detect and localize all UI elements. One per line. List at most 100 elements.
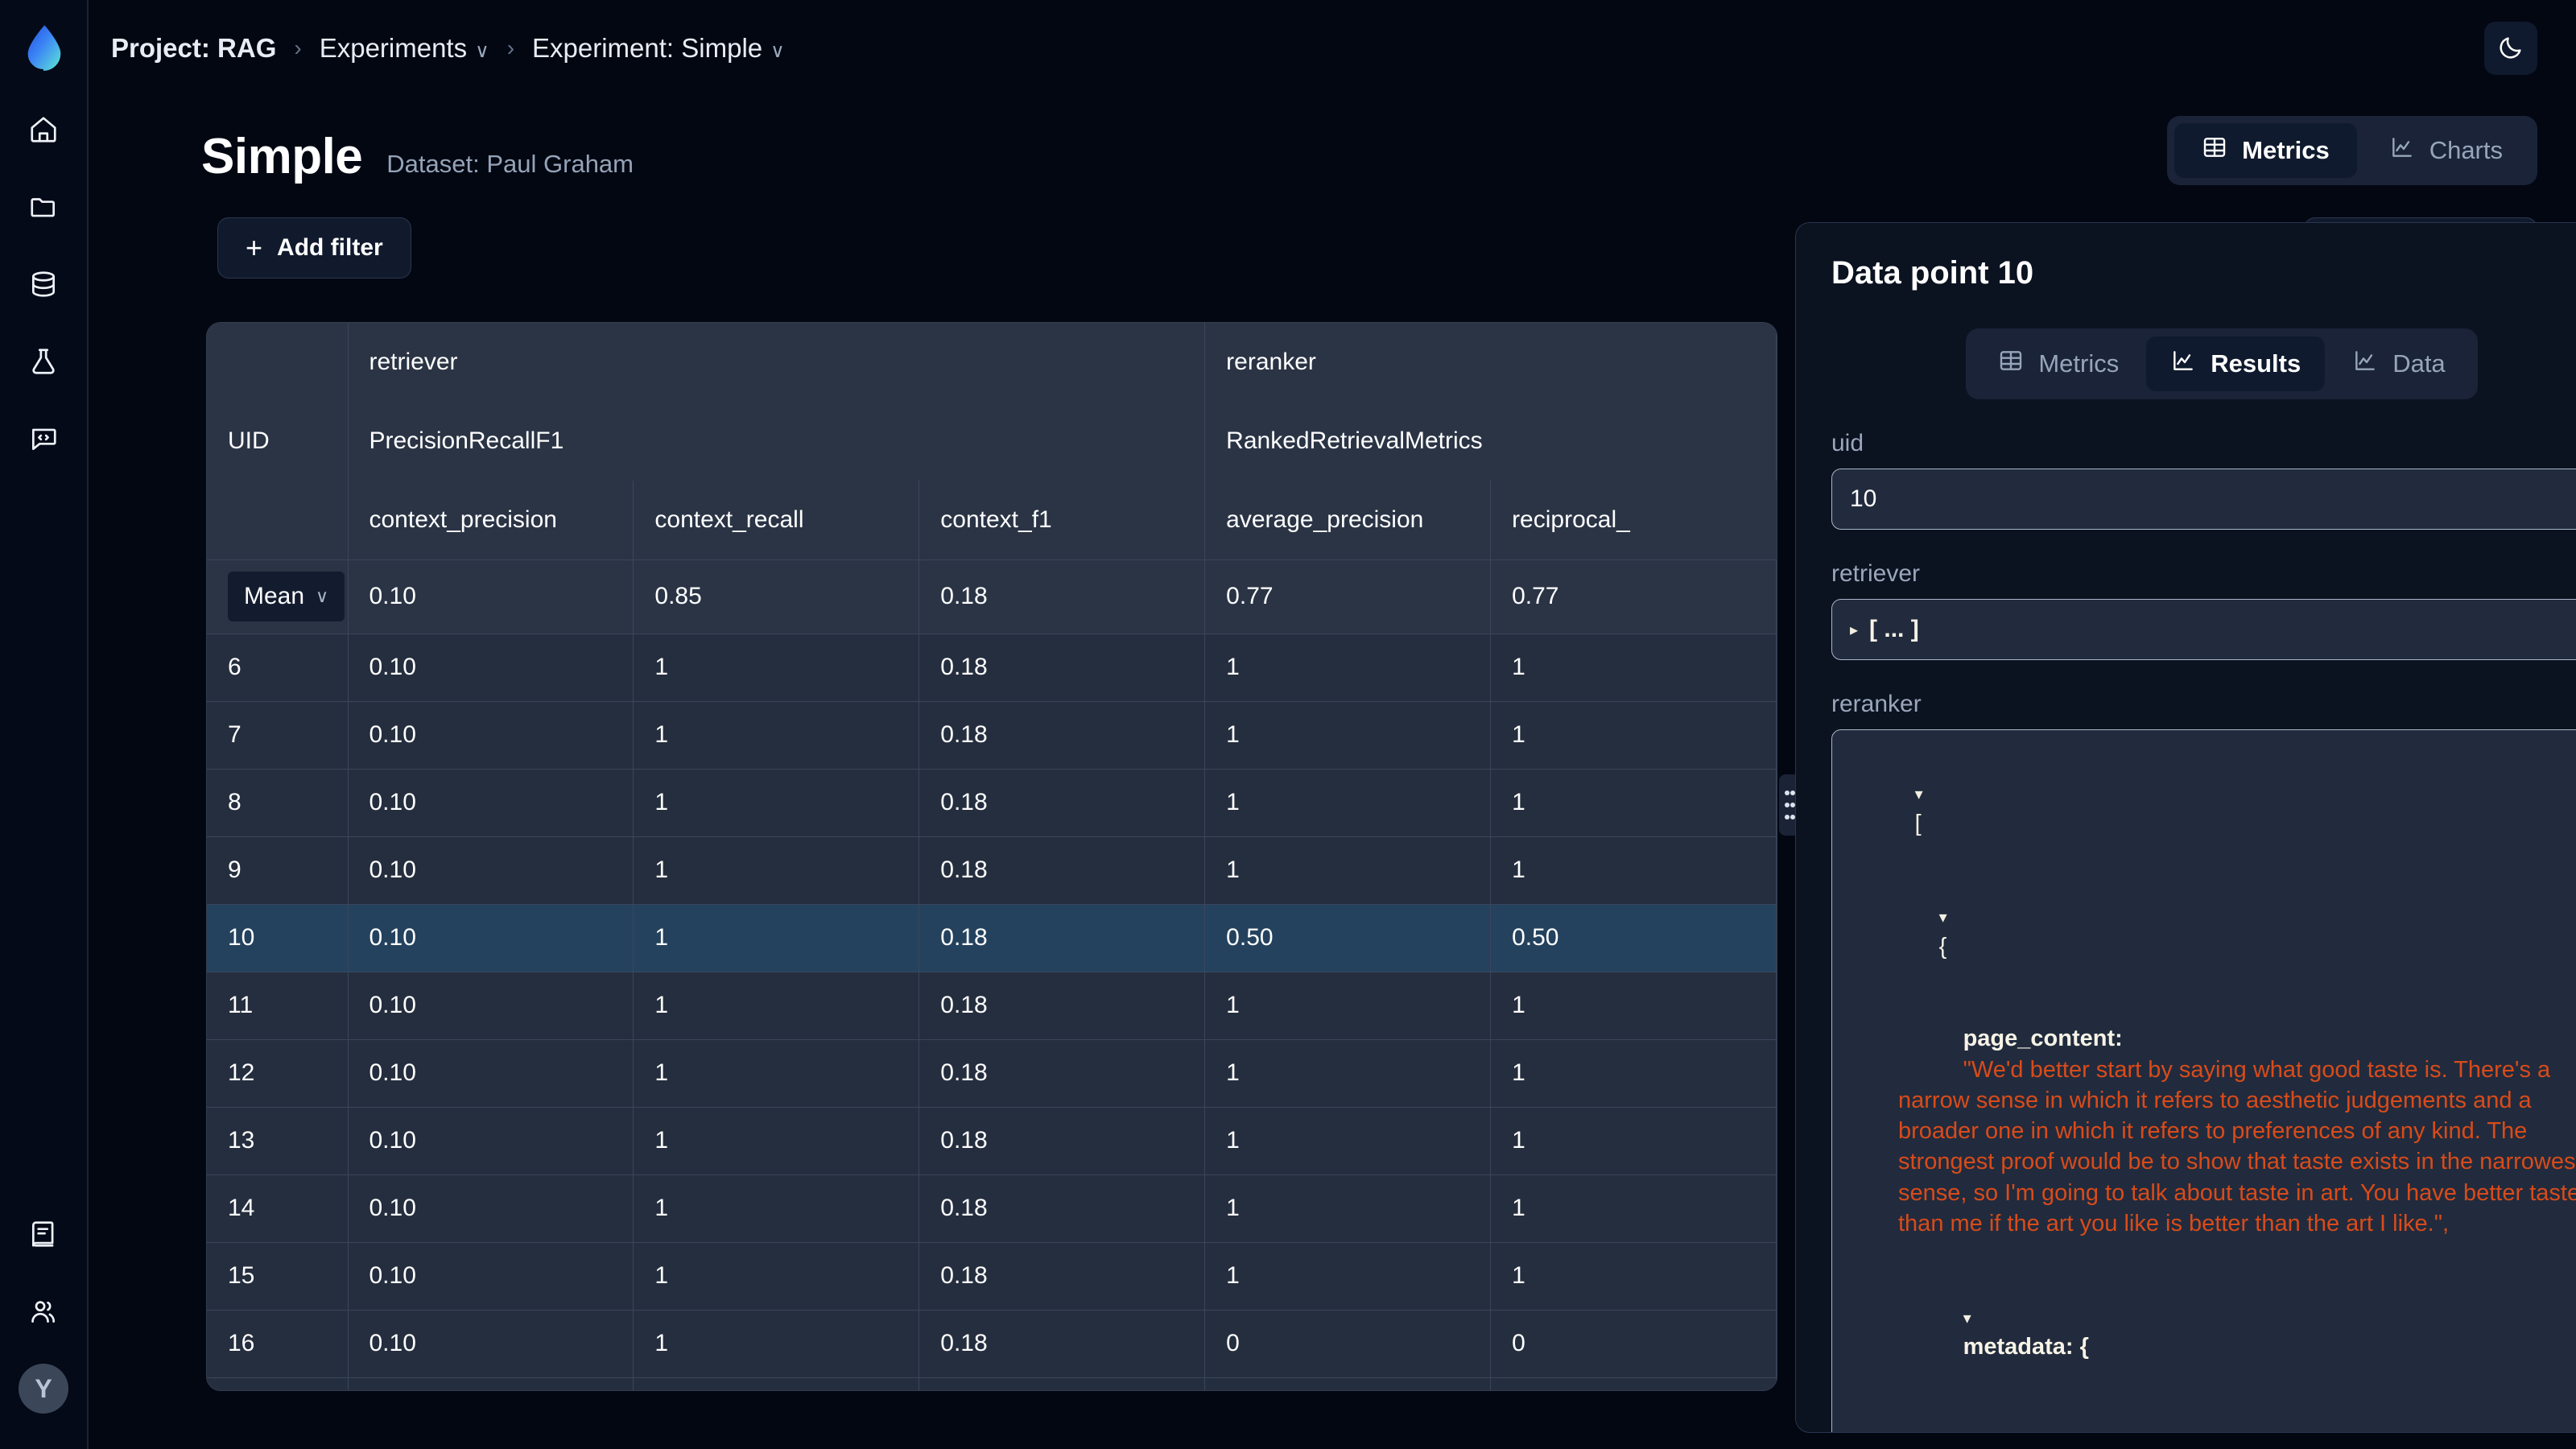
sidebar-item-prompts[interactable] — [19, 414, 68, 464]
breadcrumb-experiments[interactable]: Experiments ∨ — [320, 33, 489, 64]
collapse-triangle-icon-1[interactable]: ▾ — [1939, 909, 1947, 927]
sidebar-item-experiments[interactable] — [19, 336, 68, 386]
cell-uid: 17 — [207, 1377, 349, 1390]
collapse-triangle-icon[interactable]: ▾ — [1915, 786, 1923, 803]
cell-rr: 1 — [1490, 769, 1777, 836]
panel-tab-data[interactable]: Data — [2328, 336, 2469, 391]
json-metadata-open[interactable]: ▾ metadata: { — [1850, 1270, 2576, 1393]
dataset-label: Dataset: Paul Graham — [386, 150, 634, 178]
cell-rr: 1 — [1490, 1039, 1777, 1107]
table-row[interactable]: 13 0.10 1 0.18 1 1 — [207, 1107, 1777, 1174]
tab-metrics[interactable]: Metrics — [2174, 123, 2357, 178]
cell-cf: 0.18 — [919, 1377, 1206, 1390]
cell-cp: 0.10 — [348, 1174, 634, 1242]
json-brace: { — [1938, 933, 1947, 960]
breadcrumb-project[interactable]: Project: RAG — [111, 33, 276, 64]
cell-cr: 1 — [633, 1310, 920, 1377]
column-header-context-precision[interactable]: context_precision — [348, 481, 634, 559]
table-row[interactable]: 15 0.10 1 0.18 1 1 — [207, 1242, 1777, 1310]
cell-cf: 0.18 — [919, 634, 1206, 701]
group-header-rankedretrievalmetrics[interactable]: RankedRetrievalMetrics — [1204, 402, 1777, 481]
breadcrumb-experiments-label: Experiments — [319, 33, 468, 63]
column-header-context-f1[interactable]: context_f1 — [919, 481, 1206, 559]
table-row[interactable]: 11 0.10 1 0.18 1 1 — [207, 972, 1777, 1039]
cell-cr: 1 — [633, 836, 920, 904]
cell-cf: 0.18 — [919, 1174, 1206, 1242]
cell-cp: 0.10 — [348, 701, 634, 769]
cell-ap: 1 — [1204, 1039, 1492, 1107]
sidebar: Y — [0, 0, 89, 1449]
column-header-reciprocal-rank[interactable]: reciprocal_ — [1490, 481, 1777, 559]
chart-line-icon — [2389, 134, 2415, 167]
table-row[interactable]: 7 0.10 1 0.18 1 1 — [207, 701, 1777, 769]
sidebar-item-home[interactable] — [19, 105, 68, 155]
theme-toggle-button[interactable] — [2484, 22, 2537, 75]
table-row[interactable]: 9 0.10 1 0.18 1 1 — [207, 836, 1777, 904]
table-row[interactable]: 170.1010.1811 — [207, 1377, 1777, 1390]
cell-rr: 1 — [1490, 1242, 1777, 1310]
cell-ap: 1 — [1204, 1107, 1492, 1174]
retriever-field[interactable]: ▸ [ ... ] — [1831, 599, 2576, 660]
tab-charts[interactable]: Charts — [2362, 123, 2530, 178]
table-row[interactable]: 12 0.10 1 0.18 1 1 — [207, 1039, 1777, 1107]
cell-cp: 0.10 — [348, 634, 634, 701]
cell-cr: 1 — [633, 904, 920, 972]
tab-charts-label: Charts — [2429, 136, 2503, 164]
app-root: Y Project: RAG › Experiments ∨ › Experime… — [0, 0, 2576, 1449]
cell-cf: 0.18 — [919, 1039, 1206, 1107]
panel-tab-metrics[interactable]: Metrics — [1974, 336, 2143, 391]
sidebar-item-team[interactable] — [19, 1286, 68, 1336]
avatar[interactable]: Y — [19, 1364, 68, 1414]
cell-cf: 0.18 — [919, 769, 1206, 836]
droplet-logo[interactable] — [19, 21, 68, 72]
table-row[interactable]: 16 0.10 1 0.18 0 0 — [207, 1310, 1777, 1377]
cell-cf: 0.18 — [919, 1107, 1206, 1174]
chart-line-icon-data — [2352, 348, 2378, 380]
add-filter-button[interactable]: + Add filter — [217, 217, 411, 279]
uid-field-label: uid — [1831, 430, 1864, 456]
reranker-json-viewer[interactable]: ▾ [ ▾ { page_content: "We'd better start… — [1831, 729, 2576, 1432]
column-header-context-recall[interactable]: context_recall — [633, 481, 920, 559]
aggregate-selector-cell[interactable]: Mean ∨ — [207, 559, 349, 634]
group-header-precisionrecallf1[interactable]: PrecisionRecallF1 — [348, 402, 1206, 481]
table-row[interactable]: 8 0.10 1 0.18 1 1 — [207, 769, 1777, 836]
group-header-reranker[interactable]: reranker — [1204, 323, 1777, 402]
cell-uid: 16 — [207, 1310, 349, 1377]
table-row-selected[interactable]: 10 0.10 1 0.18 0.50 0.50 — [207, 904, 1777, 972]
sidebar-item-docs[interactable] — [19, 1209, 68, 1259]
table-row[interactable]: 14 0.10 1 0.18 1 1 — [207, 1174, 1777, 1242]
cell-rr: 1 — [1490, 836, 1777, 904]
column-header-average-precision[interactable]: average_precision — [1204, 481, 1492, 559]
aggregate-context-recall: 0.85 — [633, 559, 920, 634]
cell-uid: 8 — [207, 769, 349, 836]
cell-uid: 13 — [207, 1107, 349, 1174]
cell-cp: 0.10 — [348, 1039, 634, 1107]
column-header-uid[interactable]: UID — [207, 323, 349, 559]
collapse-triangle-icon-metadata[interactable]: ▾ — [1963, 1310, 1971, 1327]
expand-triangle-icon[interactable]: ▸ — [1850, 620, 1858, 640]
table-icon-panel — [1998, 348, 2024, 380]
json-key-page-content: page_content: — [1963, 1026, 2123, 1052]
main-area: Project: RAG › Experiments ∨ › Experiment… — [89, 0, 2576, 1449]
group-header-retriever[interactable]: retriever — [348, 323, 1206, 402]
aggregate-context-precision: 0.10 — [348, 559, 634, 634]
panel-tabs: Metrics Results Data — [1966, 328, 2478, 399]
cell-ap: 1 — [1204, 769, 1492, 836]
uid-field[interactable]: 10 — [1831, 469, 2576, 530]
cell-uid: 7 — [207, 701, 349, 769]
breadcrumb: Project: RAG › Experiments ∨ › Experiment… — [111, 33, 785, 64]
breadcrumb-experiment[interactable]: Experiment: Simple ∨ — [532, 33, 785, 64]
reranker-field-label: reranker — [1831, 691, 1922, 717]
panel-tab-results[interactable]: Results — [2146, 336, 2326, 391]
sidebar-item-datasets[interactable] — [19, 259, 68, 309]
table-icon — [2202, 134, 2227, 167]
aggregate-dropdown[interactable]: Mean ∨ — [228, 572, 345, 621]
json-array-open[interactable]: ▾ [ — [1850, 746, 2576, 869]
sidebar-item-projects[interactable] — [19, 182, 68, 232]
table-group-row-1: UID retriever reranker — [207, 323, 1777, 559]
cell-cp: 0.10 — [348, 769, 634, 836]
table-row[interactable]: 6 0.10 1 0.18 1 1 — [207, 634, 1777, 701]
json-object-open-1[interactable]: ▾ { — [1850, 869, 2576, 993]
metrics-table[interactable]: UID retriever reranker PrecisionRecallF1… — [206, 322, 1777, 1391]
drag-dot — [1790, 814, 1795, 819]
